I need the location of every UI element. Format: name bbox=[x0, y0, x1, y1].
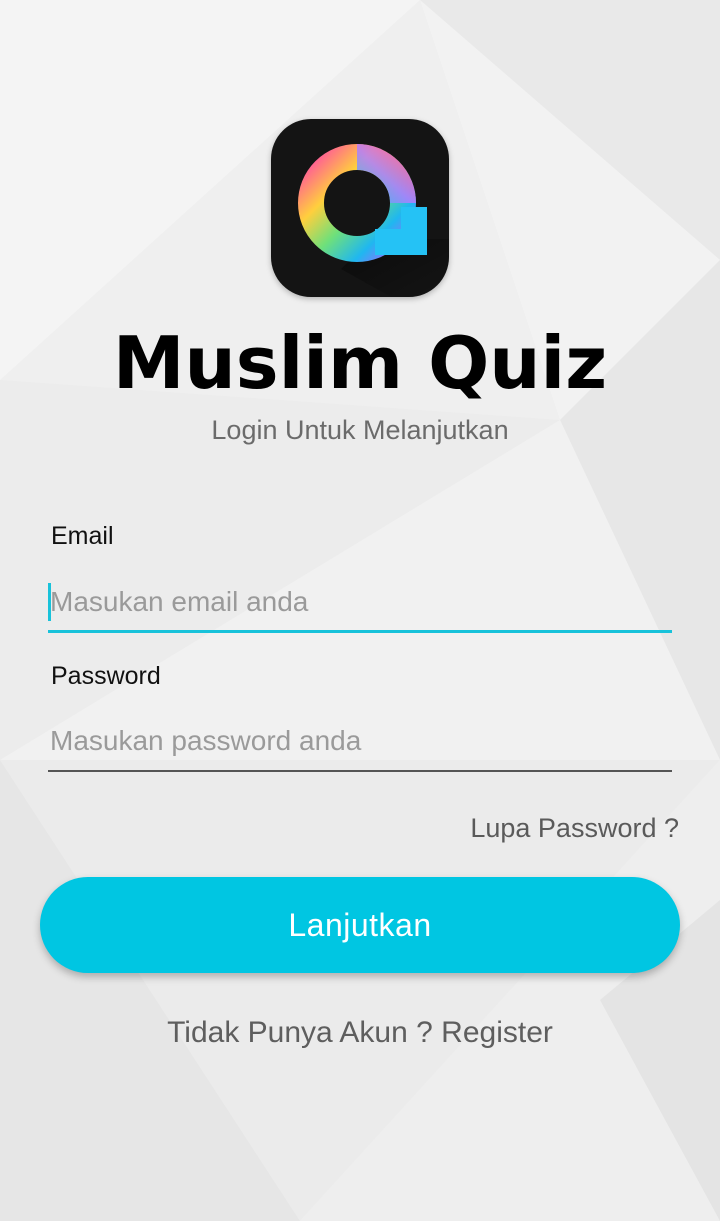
password-underline bbox=[48, 770, 672, 772]
continue-button[interactable]: Lanjutkan bbox=[40, 877, 680, 973]
text-cursor bbox=[48, 583, 51, 621]
register-link[interactable]: Register bbox=[441, 1016, 553, 1049]
register-prompt: Tidak Punya Akun ? Register bbox=[0, 1014, 720, 1052]
forgot-password-link[interactable]: Lupa Password ? bbox=[470, 811, 679, 845]
password-label: Password bbox=[51, 662, 161, 690]
no-account-text: Tidak Punya Akun ? bbox=[167, 1016, 433, 1049]
password-field-container bbox=[48, 710, 672, 772]
email-underline bbox=[48, 630, 672, 633]
login-screen: Muslim Quiz Login Untuk Melanjutkan Emai… bbox=[0, 0, 720, 1221]
email-label: Email bbox=[51, 522, 114, 550]
password-input[interactable] bbox=[48, 710, 672, 772]
q-rainbow-logo-icon bbox=[271, 119, 449, 297]
email-input[interactable] bbox=[48, 571, 672, 633]
login-subtitle: Login Untuk Melanjutkan bbox=[211, 415, 509, 445]
email-field-container bbox=[48, 571, 672, 633]
app-title: Muslim Quiz bbox=[112, 321, 608, 405]
